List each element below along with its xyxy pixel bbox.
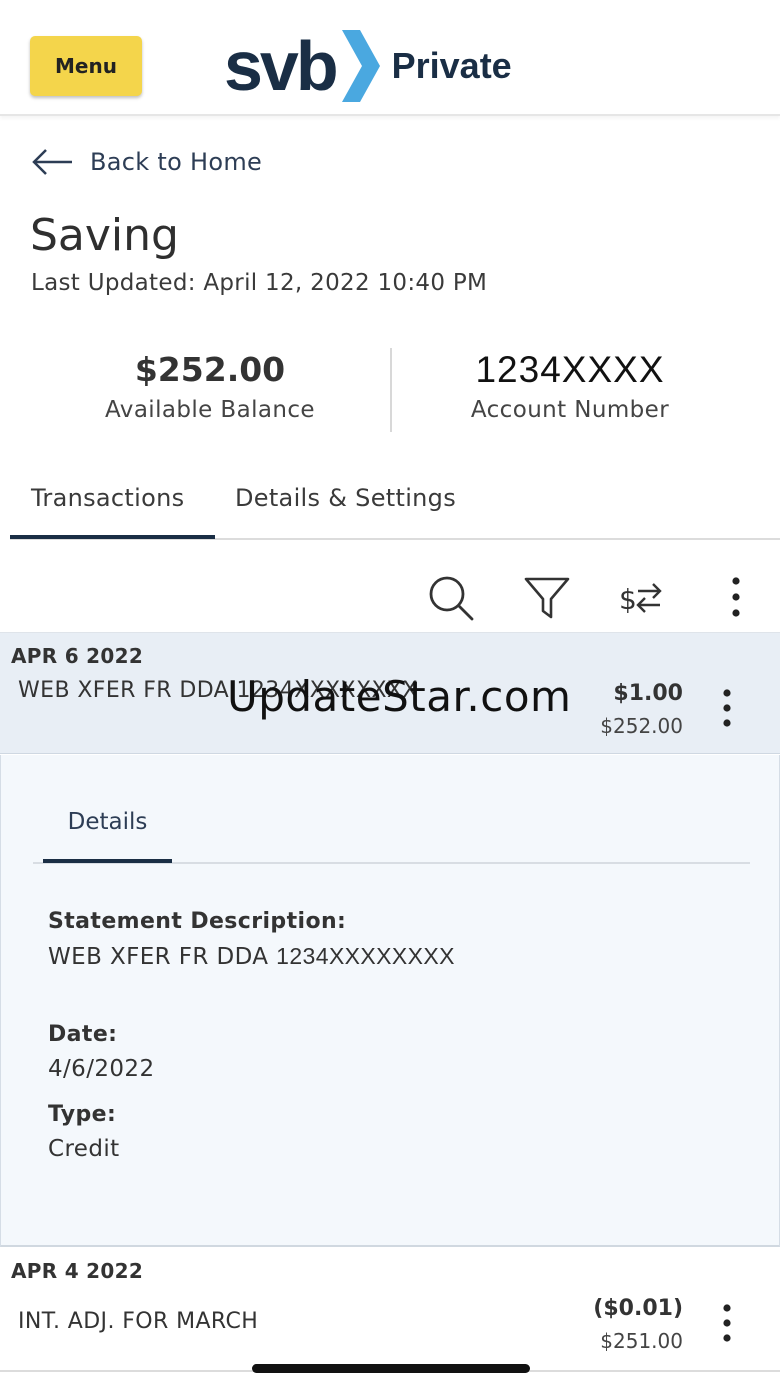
statement-description-label: Statement Description: bbox=[48, 909, 347, 934]
balance-label: Available Balance bbox=[105, 397, 315, 423]
transaction-date: APR 4 2022 bbox=[11, 1259, 144, 1283]
tab-transactions[interactable]: Transactions bbox=[10, 470, 215, 539]
statement-description-value: WEB XFER FR DDA 1234XXXXXXXX bbox=[48, 943, 455, 970]
back-to-home-link[interactable]: Back to Home bbox=[32, 140, 262, 184]
account-number: 1234XXXX Account Number bbox=[390, 345, 750, 423]
more-vertical-icon[interactable] bbox=[714, 1303, 740, 1345]
transactions-toolbar: $ bbox=[0, 565, 780, 625]
transaction-balance: $252.00 bbox=[600, 714, 683, 738]
arrow-left-icon bbox=[32, 149, 72, 175]
date-value: 4/6/2022 bbox=[48, 1056, 155, 1082]
app-header: Menu svb Private bbox=[0, 0, 780, 116]
statement-masked-number: 1234XXXXXXXX bbox=[276, 943, 455, 969]
menu-button[interactable]: Menu bbox=[30, 36, 142, 96]
account-number-value: 1234XXXX bbox=[475, 349, 665, 390]
account-summary: $252.00 Available Balance 1234XXXX Accou… bbox=[0, 345, 780, 435]
available-balance: $252.00 Available Balance bbox=[15, 345, 405, 423]
type-label: Type: bbox=[48, 1102, 117, 1127]
transaction-amount: $1.00 bbox=[613, 681, 683, 706]
last-updated-text: Last Updated: April 12, 2022 10:40 PM bbox=[31, 270, 488, 296]
transaction-row[interactable]: APR 4 2022 INT. ADJ. FOR MARCH ($0.01) $… bbox=[0, 1248, 780, 1372]
transaction-amount: ($0.01) bbox=[593, 1296, 683, 1321]
more-vertical-icon[interactable] bbox=[714, 688, 740, 730]
type-value: Credit bbox=[48, 1136, 120, 1162]
home-indicator[interactable] bbox=[252, 1364, 530, 1373]
transaction-description: WEB XFER FR DDA 1234XXXXXXXX bbox=[18, 678, 418, 703]
more-vertical-icon[interactable] bbox=[712, 573, 760, 621]
account-tabs: Transactions Details & Settings bbox=[10, 470, 780, 540]
filter-icon[interactable] bbox=[523, 573, 571, 621]
details-tabs: Details bbox=[33, 800, 750, 864]
logo-brand-text: svb bbox=[224, 27, 339, 105]
logo-sub-text: Private bbox=[391, 45, 512, 86]
tab-details-settings[interactable]: Details & Settings bbox=[235, 470, 456, 538]
svb-private-logo: svb Private bbox=[224, 26, 512, 106]
tab-details[interactable]: Details bbox=[43, 800, 172, 863]
transaction-description: INT. ADJ. FOR MARCH bbox=[18, 1309, 259, 1334]
transaction-balance: $251.00 bbox=[600, 1329, 683, 1353]
page-title: Saving bbox=[30, 210, 179, 261]
balance-value: $252.00 bbox=[134, 350, 286, 389]
chevron-right-logo-icon bbox=[341, 30, 380, 102]
transaction-details-panel: Details Statement Description: WEB XFER … bbox=[0, 755, 780, 1247]
transaction-row[interactable]: APR 6 2022 WEB XFER FR DDA 1234XXXXXXXX … bbox=[0, 632, 780, 754]
transfer-icon[interactable]: $ bbox=[616, 573, 664, 621]
account-number-label: Account Number bbox=[470, 397, 670, 423]
statement-prefix: WEB XFER FR DDA bbox=[48, 944, 277, 970]
date-label: Date: bbox=[48, 1022, 118, 1047]
svg-text:$: $ bbox=[619, 583, 637, 616]
transaction-date: APR 6 2022 bbox=[11, 644, 144, 668]
search-icon[interactable] bbox=[426, 573, 474, 621]
back-label: Back to Home bbox=[90, 148, 263, 176]
